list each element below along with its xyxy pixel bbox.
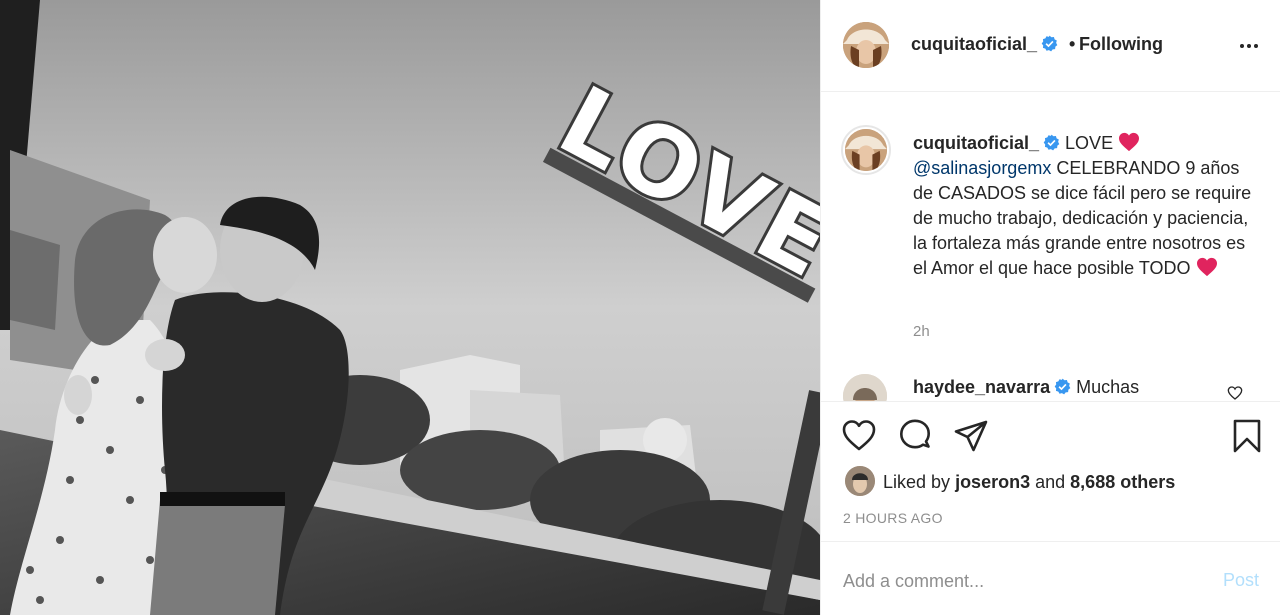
author-avatar[interactable]	[843, 22, 889, 68]
follow-separator: •	[1069, 34, 1076, 54]
post-caption: cuquitaoficial_ LOVE @salinasjorgemx CEL…	[913, 131, 1253, 281]
post-timestamp[interactable]: 2 HOURS AGO	[843, 510, 943, 526]
red-heart-emoji-icon	[1119, 132, 1140, 152]
verified-icon	[1054, 378, 1071, 395]
add-comment-bar: Post	[821, 541, 1280, 615]
post-photo-image: LOVE	[0, 0, 820, 615]
comment-input[interactable]	[843, 566, 1203, 596]
caption-avatar-ring[interactable]	[841, 125, 891, 175]
post-comment-button[interactable]: Post	[1223, 570, 1259, 591]
comments-list[interactable]: cuquitaoficial_ LOVE @salinasjorgemx CEL…	[821, 93, 1280, 401]
comment-item: haydee_navarra Muchas	[913, 377, 1139, 398]
liker-avatar[interactable]	[845, 466, 875, 496]
caption-mention-link[interactable]: @salinasjorgemx	[913, 158, 1051, 178]
post-actions: Liked by joseron3 and 8,688 others 2 HOU…	[821, 401, 1280, 541]
more-icon[interactable]	[1237, 34, 1261, 58]
comment-like-heart-icon[interactable]	[1227, 385, 1243, 401]
comment-author[interactable]: haydee_navarra	[913, 377, 1050, 397]
comment-icon[interactable]	[897, 418, 933, 454]
share-icon[interactable]	[953, 418, 989, 454]
comment-text: Muchas	[1076, 377, 1140, 397]
post-side-panel: cuquitaoficial_ • Following cuquitaofici…	[820, 0, 1280, 615]
caption-time-ago[interactable]: 2h	[913, 323, 930, 340]
caption-text-start: LOVE	[1065, 133, 1114, 153]
commenter-avatar[interactable]	[843, 374, 887, 401]
likes-count-link[interactable]: 8,688 others	[1070, 472, 1175, 492]
caption-avatar[interactable]	[845, 129, 887, 171]
save-icon[interactable]	[1229, 418, 1265, 454]
likes-middle: and	[1035, 472, 1066, 492]
likes-summary: Liked by joseron3 and 8,688 others	[883, 472, 1175, 493]
following-button[interactable]: Following	[1079, 34, 1163, 55]
post-header: cuquitaoficial_ • Following	[821, 0, 1280, 92]
heart-icon[interactable]	[841, 418, 877, 454]
red-heart-emoji-icon	[1196, 257, 1217, 277]
likes-prefix: Liked by	[883, 472, 951, 492]
verified-icon	[1043, 134, 1060, 151]
author-username-text[interactable]: cuquitaoficial_	[911, 34, 1037, 54]
post-photo[interactable]: LOVE	[0, 0, 820, 615]
author-username[interactable]: cuquitaoficial_	[911, 34, 1058, 55]
liker-username[interactable]: joseron3	[955, 472, 1030, 492]
caption-author[interactable]: cuquitaoficial_	[913, 133, 1039, 153]
verified-icon	[1041, 35, 1058, 52]
